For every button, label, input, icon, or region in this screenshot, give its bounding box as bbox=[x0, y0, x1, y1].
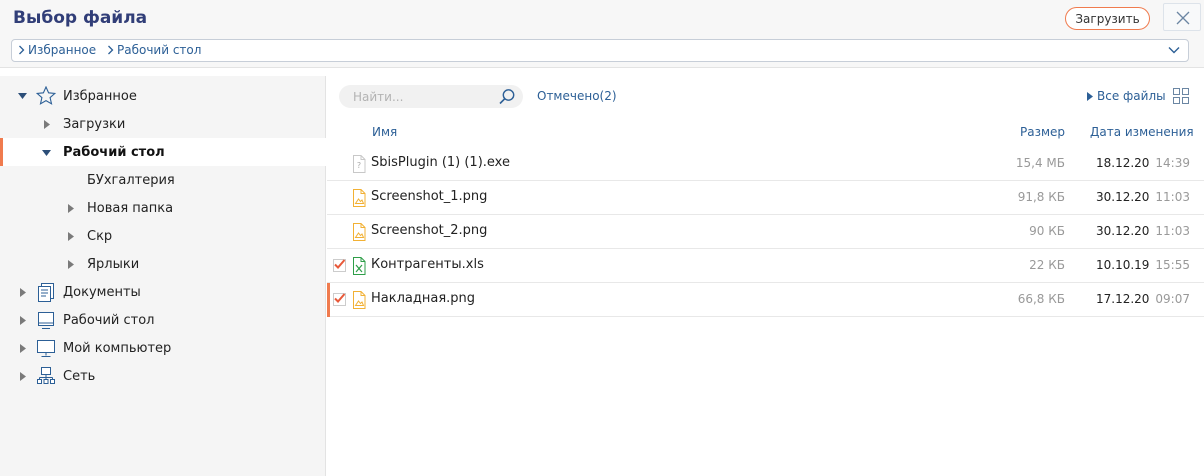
column-header-size[interactable]: Размер bbox=[1020, 125, 1065, 139]
tree-item-desktop-active[interactable]: Рабочий стол bbox=[0, 138, 326, 166]
close-icon bbox=[1176, 11, 1190, 25]
file-date: 30.12.20 bbox=[1096, 224, 1150, 238]
file-size: 22 КБ bbox=[1029, 258, 1065, 272]
file-date: 10.10.19 bbox=[1096, 258, 1150, 272]
tree-label: Загрузки bbox=[63, 116, 126, 132]
tree-label: Избранное bbox=[63, 88, 137, 104]
close-button[interactable] bbox=[1163, 3, 1201, 31]
tree-item-downloads[interactable]: Загрузки bbox=[0, 110, 326, 138]
triangle-right-icon[interactable] bbox=[20, 372, 26, 381]
tree-item-accounting[interactable]: БУхгалтерия bbox=[0, 166, 326, 194]
file-size: 15,4 МБ bbox=[1015, 156, 1065, 170]
triangle-right-icon bbox=[1087, 91, 1093, 101]
tree-item-my-computer[interactable]: Мой компьютер bbox=[0, 334, 326, 362]
marked-files-link[interactable]: Отмечено(2) bbox=[537, 89, 617, 103]
file-time: 11:03 bbox=[1155, 224, 1190, 238]
tree-label: Ярлыки bbox=[87, 256, 140, 272]
file-name: Контрагенты.xls bbox=[371, 257, 484, 272]
tree-label: Документы bbox=[63, 284, 141, 300]
excel-file-icon bbox=[353, 257, 366, 275]
chevron-down-icon[interactable] bbox=[1168, 46, 1180, 54]
breadcrumb: Избранное Рабочий стол bbox=[11, 39, 1189, 62]
breadcrumb-label: Избранное bbox=[28, 43, 97, 57]
file-time: 15:55 bbox=[1155, 258, 1190, 272]
file-row-selected[interactable]: Накладная.png 66,8 КБ 17.12.20 09:07 bbox=[327, 283, 1204, 317]
tree-label: Рабочий стол bbox=[63, 312, 155, 328]
computer-icon bbox=[37, 340, 55, 357]
all-files-label: Все файлы bbox=[1097, 89, 1166, 103]
documents-icon bbox=[38, 283, 54, 302]
file-checkbox[interactable] bbox=[333, 293, 346, 306]
triangle-right-icon[interactable] bbox=[68, 204, 74, 213]
desktop-icon bbox=[38, 312, 54, 329]
triangle-right-icon[interactable] bbox=[20, 316, 26, 325]
breadcrumb-item-desktop[interactable]: Рабочий стол bbox=[107, 43, 201, 57]
dialog-title: Выбор файла bbox=[13, 8, 148, 28]
column-header-modified[interactable]: Дата изменения bbox=[1090, 125, 1194, 139]
chevron-right-icon bbox=[108, 45, 114, 55]
dialog-header: Выбор файла Загрузить Избранное Рабочий … bbox=[0, 0, 1204, 68]
network-icon bbox=[37, 367, 55, 384]
file-size: 66,8 КБ bbox=[1017, 292, 1065, 306]
file-row[interactable]: ? SbisPlugin (1) (1).exe 15,4 МБ 18.12.2… bbox=[327, 147, 1204, 181]
file-date: 18.12.20 bbox=[1096, 156, 1150, 170]
file-checkbox[interactable] bbox=[333, 259, 346, 272]
grid-view-icon[interactable] bbox=[1173, 88, 1189, 104]
tree-item-documents[interactable]: Документы bbox=[0, 278, 326, 306]
checkmark-icon bbox=[334, 259, 346, 269]
folder-tree: Избранное Загрузки Рабочий стол БУхгалте… bbox=[0, 76, 326, 476]
tree-item-favorites[interactable]: Избранное bbox=[0, 82, 326, 110]
tree-label: Мой компьютер bbox=[63, 340, 172, 356]
unknown-file-icon: ? bbox=[353, 155, 366, 173]
search-icon[interactable] bbox=[498, 88, 516, 106]
triangle-right-icon[interactable] bbox=[20, 344, 26, 353]
tree-item-network[interactable]: Сеть bbox=[0, 362, 326, 390]
image-file-icon bbox=[353, 189, 366, 207]
star-icon bbox=[36, 86, 56, 105]
triangle-right-icon[interactable] bbox=[68, 232, 74, 241]
file-size: 90 КБ bbox=[1029, 224, 1065, 238]
search-input[interactable] bbox=[339, 85, 523, 108]
tree-item-shortcuts[interactable]: Ярлыки bbox=[0, 250, 326, 278]
triangle-down-icon[interactable] bbox=[18, 93, 27, 99]
triangle-right-icon[interactable] bbox=[44, 120, 50, 129]
file-time: 14:39 bbox=[1155, 156, 1190, 170]
breadcrumb-item-favorites[interactable]: Избранное bbox=[18, 43, 96, 57]
file-date: 30.12.20 bbox=[1096, 190, 1150, 204]
all-files-filter[interactable]: Все файлы bbox=[1087, 89, 1166, 103]
tree-label: Сеть bbox=[63, 368, 96, 384]
file-name: Screenshot_1.png bbox=[371, 189, 488, 204]
image-file-icon bbox=[353, 291, 366, 309]
upload-button[interactable]: Загрузить bbox=[1065, 7, 1150, 30]
file-date: 17.12.20 bbox=[1096, 292, 1150, 306]
tree-item-new-folder[interactable]: Новая папка bbox=[0, 194, 326, 222]
file-name: Накладная.png bbox=[371, 291, 476, 306]
file-time: 09:07 bbox=[1155, 292, 1190, 306]
checkmark-icon bbox=[334, 293, 346, 303]
file-size: 91,8 КБ bbox=[1017, 190, 1065, 204]
breadcrumb-label: Рабочий стол bbox=[117, 43, 202, 57]
file-time: 11:03 bbox=[1155, 190, 1190, 204]
tree-label: Скр bbox=[87, 228, 113, 244]
tree-item-skr[interactable]: Скр bbox=[0, 222, 326, 250]
file-row[interactable]: Screenshot_2.png 90 КБ 30.12.20 11:03 bbox=[327, 215, 1204, 249]
tree-label: Рабочий стол bbox=[63, 144, 165, 160]
chevron-right-icon bbox=[19, 45, 25, 55]
image-file-icon bbox=[353, 223, 366, 241]
tree-item-desktop[interactable]: Рабочий стол bbox=[0, 306, 326, 334]
file-row[interactable]: Screenshot_1.png 91,8 КБ 30.12.20 11:03 bbox=[327, 181, 1204, 215]
tree-label: БУхгалтерия bbox=[87, 172, 175, 188]
svg-text:?: ? bbox=[357, 161, 361, 170]
column-header-name[interactable]: Имя bbox=[372, 125, 397, 139]
file-name: Screenshot_2.png bbox=[371, 223, 488, 238]
file-name: SbisPlugin (1) (1).exe bbox=[371, 155, 510, 170]
triangle-down-icon[interactable] bbox=[42, 150, 51, 156]
triangle-right-icon[interactable] bbox=[68, 260, 74, 269]
file-row[interactable]: Контрагенты.xls 22 КБ 10.10.19 15:55 bbox=[327, 249, 1204, 283]
tree-label: Новая папка bbox=[87, 200, 174, 216]
triangle-right-icon[interactable] bbox=[20, 288, 26, 297]
